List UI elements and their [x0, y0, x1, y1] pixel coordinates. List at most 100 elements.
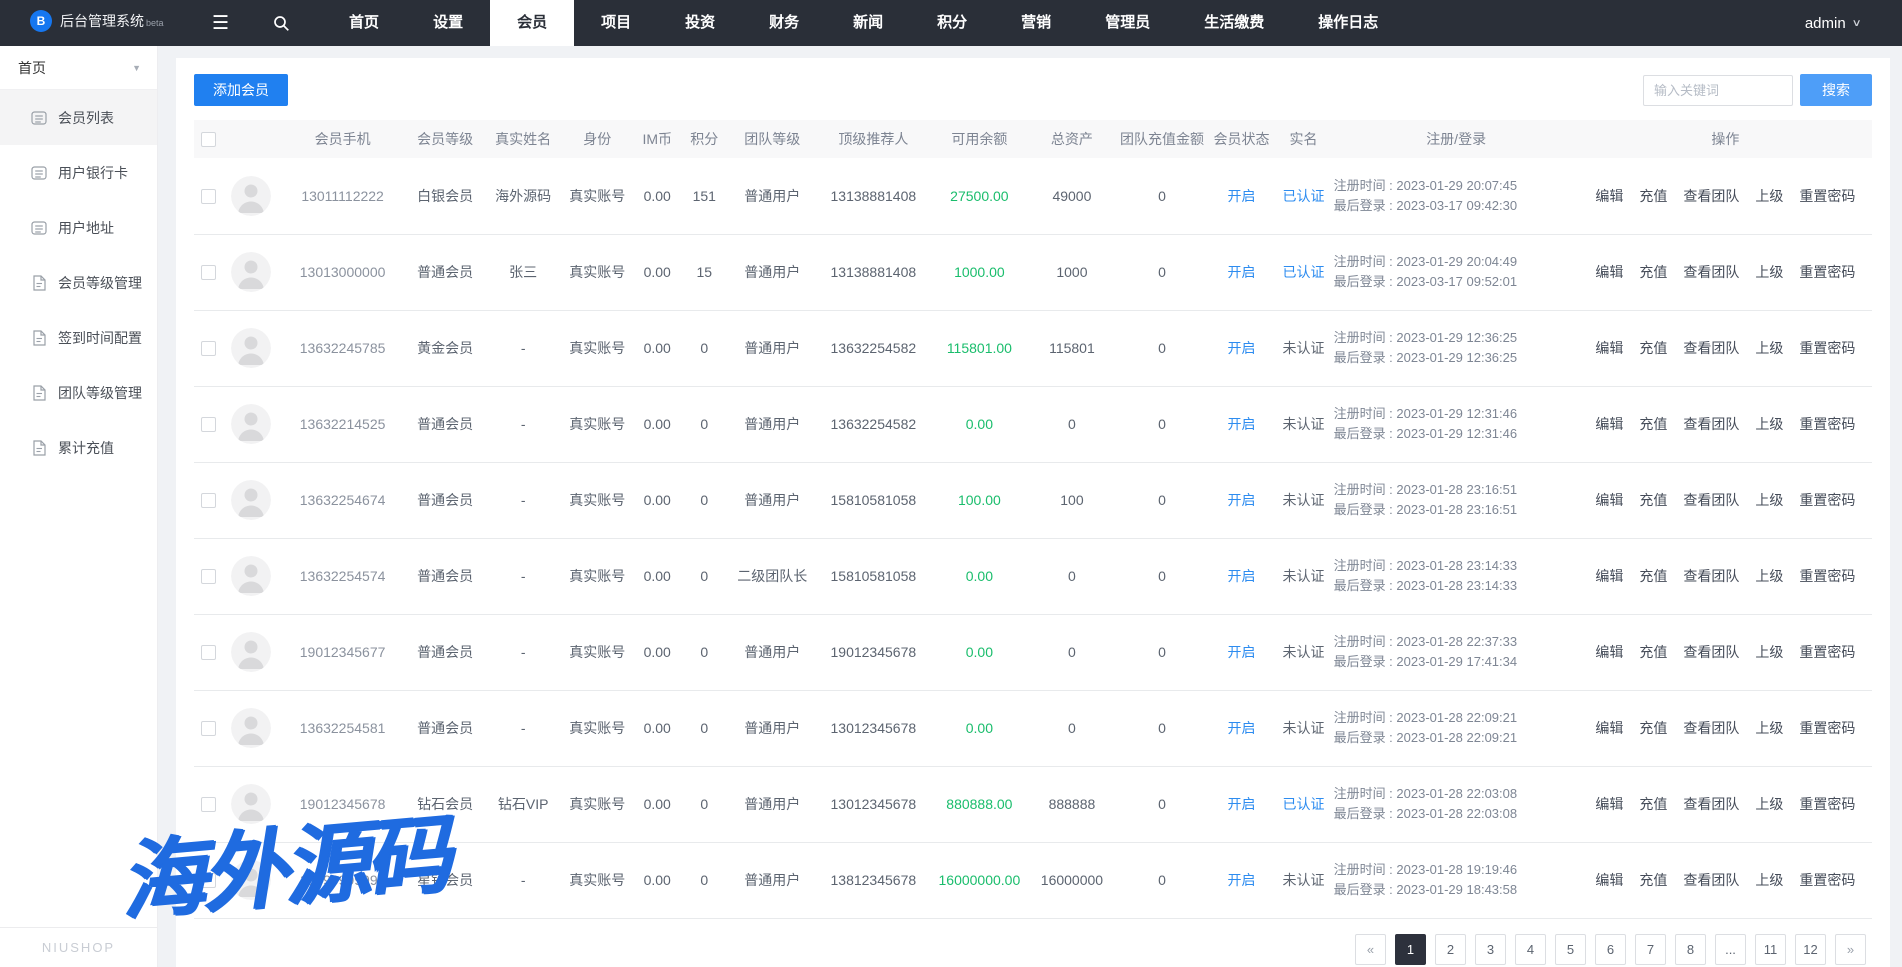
nav-item[interactable]: 营销: [994, 0, 1078, 46]
action-superior[interactable]: 上级: [1755, 796, 1783, 812]
page-button[interactable]: 11: [1755, 934, 1786, 965]
search-icon[interactable]: [259, 15, 304, 32]
cell-status[interactable]: 开启: [1210, 386, 1274, 462]
action-view-team[interactable]: 查看团队: [1683, 264, 1739, 280]
search-input[interactable]: [1643, 75, 1793, 106]
action-recharge[interactable]: 充值: [1639, 188, 1667, 204]
action-view-team[interactable]: 查看团队: [1683, 720, 1739, 736]
nav-item[interactable]: 项目: [574, 0, 658, 46]
page-button[interactable]: 7: [1635, 934, 1666, 965]
action-recharge[interactable]: 充值: [1639, 872, 1667, 888]
row-checkbox[interactable]: [201, 265, 216, 280]
select-all-checkbox[interactable]: [201, 132, 216, 147]
action-reset-password[interactable]: 重置密码: [1799, 644, 1855, 660]
row-checkbox[interactable]: [201, 645, 216, 660]
action-view-team[interactable]: 查看团队: [1683, 644, 1739, 660]
action-view-team[interactable]: 查看团队: [1683, 492, 1739, 508]
cell-status[interactable]: 开启: [1210, 766, 1274, 842]
action-edit[interactable]: 编辑: [1595, 264, 1623, 280]
pagination-prev[interactable]: «: [1355, 934, 1386, 965]
action-reset-password[interactable]: 重置密码: [1799, 796, 1855, 812]
action-edit[interactable]: 编辑: [1595, 188, 1623, 204]
nav-item[interactable]: 财务: [742, 0, 826, 46]
nav-item[interactable]: 新闻: [826, 0, 910, 46]
action-reset-password[interactable]: 重置密码: [1799, 492, 1855, 508]
action-edit[interactable]: 编辑: [1595, 644, 1623, 660]
action-reset-password[interactable]: 重置密码: [1799, 264, 1855, 280]
page-button[interactable]: 1: [1395, 934, 1426, 965]
action-superior[interactable]: 上级: [1755, 264, 1783, 280]
action-reset-password[interactable]: 重置密码: [1799, 568, 1855, 584]
cell-status[interactable]: 开启: [1210, 842, 1274, 918]
cell-status[interactable]: 开启: [1210, 538, 1274, 614]
hamburger-menu-icon[interactable]: ☰: [198, 12, 243, 35]
row-checkbox[interactable]: [201, 569, 216, 584]
nav-item[interactable]: 首页: [322, 0, 406, 46]
add-member-button[interactable]: 添加会员: [194, 74, 288, 106]
action-edit[interactable]: 编辑: [1595, 872, 1623, 888]
nav-item[interactable]: 投资: [658, 0, 742, 46]
action-superior[interactable]: 上级: [1755, 720, 1783, 736]
cell-status[interactable]: 开启: [1210, 690, 1274, 766]
page-button[interactable]: 4: [1515, 934, 1546, 965]
row-checkbox[interactable]: [201, 341, 216, 356]
cell-status[interactable]: 开启: [1210, 234, 1274, 310]
action-superior[interactable]: 上级: [1755, 340, 1783, 356]
action-reset-password[interactable]: 重置密码: [1799, 340, 1855, 356]
action-edit[interactable]: 编辑: [1595, 492, 1623, 508]
action-view-team[interactable]: 查看团队: [1683, 340, 1739, 356]
action-edit[interactable]: 编辑: [1595, 796, 1623, 812]
cell-status[interactable]: 开启: [1210, 614, 1274, 690]
action-superior[interactable]: 上级: [1755, 416, 1783, 432]
action-recharge[interactable]: 充值: [1639, 568, 1667, 584]
action-view-team[interactable]: 查看团队: [1683, 872, 1739, 888]
row-checkbox[interactable]: [201, 417, 216, 432]
action-recharge[interactable]: 充值: [1639, 416, 1667, 432]
action-recharge[interactable]: 充值: [1639, 644, 1667, 660]
action-recharge[interactable]: 充值: [1639, 720, 1667, 736]
nav-item[interactable]: 生活缴费: [1177, 0, 1291, 46]
action-view-team[interactable]: 查看团队: [1683, 188, 1739, 204]
action-reset-password[interactable]: 重置密码: [1799, 720, 1855, 736]
nav-item[interactable]: 设置: [406, 0, 490, 46]
action-edit[interactable]: 编辑: [1595, 568, 1623, 584]
sidebar-item[interactable]: 会员列表: [0, 90, 157, 145]
sidebar-item[interactable]: 累计充值: [0, 420, 157, 475]
action-recharge[interactable]: 充值: [1639, 492, 1667, 508]
action-reset-password[interactable]: 重置密码: [1799, 188, 1855, 204]
row-checkbox[interactable]: [201, 873, 216, 888]
row-checkbox[interactable]: [201, 721, 216, 736]
cell-status[interactable]: 开启: [1210, 310, 1274, 386]
action-edit[interactable]: 编辑: [1595, 720, 1623, 736]
action-view-team[interactable]: 查看团队: [1683, 796, 1739, 812]
user-menu[interactable]: admin ∨: [1805, 15, 1860, 32]
action-superior[interactable]: 上级: [1755, 188, 1783, 204]
nav-item[interactable]: 积分: [910, 0, 994, 46]
action-superior[interactable]: 上级: [1755, 568, 1783, 584]
action-edit[interactable]: 编辑: [1595, 340, 1623, 356]
search-button[interactable]: 搜索: [1800, 74, 1872, 106]
row-checkbox[interactable]: [201, 189, 216, 204]
action-reset-password[interactable]: 重置密码: [1799, 416, 1855, 432]
nav-item[interactable]: 会员: [490, 0, 574, 46]
pagination-next[interactable]: »: [1835, 934, 1866, 965]
action-superior[interactable]: 上级: [1755, 644, 1783, 660]
page-button[interactable]: ...: [1715, 934, 1746, 965]
cell-status[interactable]: 开启: [1210, 158, 1274, 234]
nav-item[interactable]: 操作日志: [1291, 0, 1405, 46]
sidebar-item[interactable]: 会员等级管理: [0, 255, 157, 310]
sidebar-section-header[interactable]: 首页 ▼: [0, 46, 157, 90]
action-recharge[interactable]: 充值: [1639, 264, 1667, 280]
brand[interactable]: B 后台管理系统 beta: [30, 10, 180, 36]
action-superior[interactable]: 上级: [1755, 492, 1783, 508]
row-checkbox[interactable]: [201, 493, 216, 508]
page-button[interactable]: 3: [1475, 934, 1506, 965]
action-view-team[interactable]: 查看团队: [1683, 416, 1739, 432]
cell-status[interactable]: 开启: [1210, 462, 1274, 538]
nav-item[interactable]: 管理员: [1078, 0, 1177, 46]
page-button[interactable]: 2: [1435, 934, 1466, 965]
action-superior[interactable]: 上级: [1755, 872, 1783, 888]
action-recharge[interactable]: 充值: [1639, 796, 1667, 812]
action-edit[interactable]: 编辑: [1595, 416, 1623, 432]
action-recharge[interactable]: 充值: [1639, 340, 1667, 356]
